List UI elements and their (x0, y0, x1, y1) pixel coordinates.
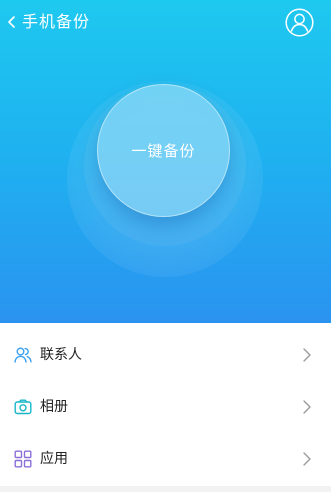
user-icon[interactable] (285, 8, 314, 37)
backup-category-list: 联系人 相册 应用 (0, 323, 331, 486)
list-item-album[interactable]: 相册 (0, 381, 331, 433)
list-item-label: 应用 (40, 451, 68, 467)
bottom-divider (0, 486, 331, 492)
apps-grid-icon (14, 450, 32, 468)
chevron-right-icon (302, 451, 312, 467)
page-title: 手机备份 (22, 12, 91, 31)
one-key-backup-label: 一键备份 (131, 142, 196, 160)
chevron-right-icon (302, 347, 312, 363)
contacts-icon (14, 346, 32, 364)
chevron-right-icon (302, 399, 312, 415)
top-bar: 手机备份 (0, 0, 331, 44)
list-item-label: 相册 (40, 399, 68, 415)
list-item-contacts[interactable]: 联系人 (0, 329, 331, 381)
one-key-backup-button[interactable]: 一键备份 (97, 84, 230, 217)
list-item-label: 联系人 (40, 347, 82, 363)
back-icon[interactable] (3, 9, 21, 35)
list-item-apps[interactable]: 应用 (0, 433, 331, 485)
hero-panel: 手机备份 一键备份 (0, 0, 331, 323)
camera-icon (14, 398, 32, 416)
